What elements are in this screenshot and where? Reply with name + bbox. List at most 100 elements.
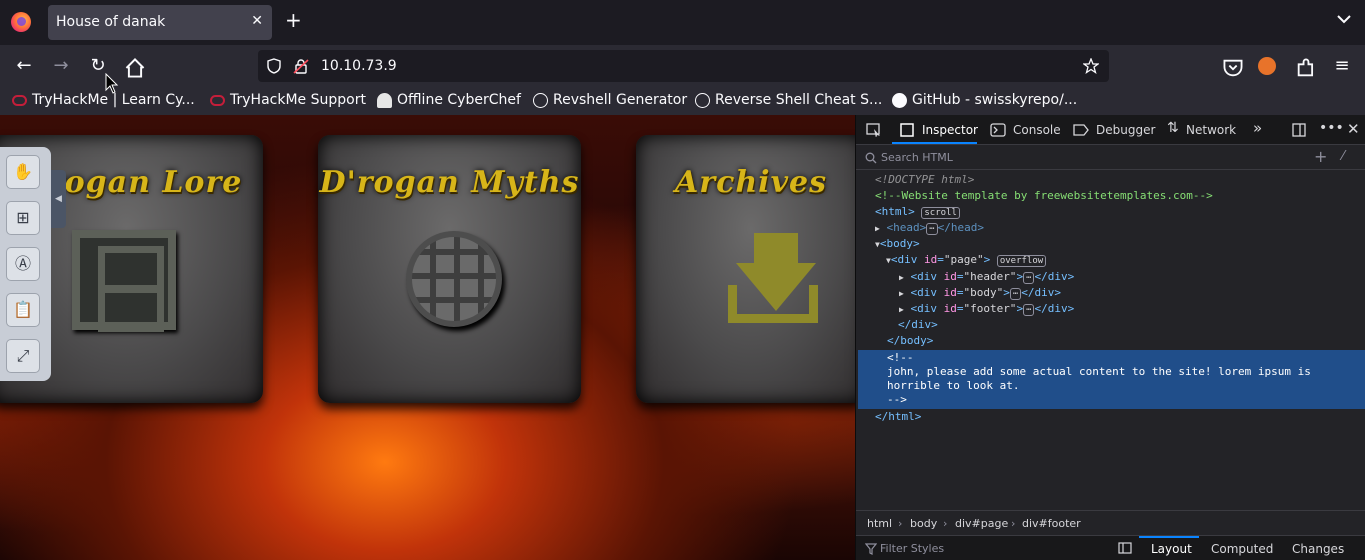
card-myths[interactable]: D'rogan Myths [318, 135, 581, 403]
scroll-badge[interactable]: scroll [921, 207, 960, 219]
search-html-input[interactable]: Search HTML [881, 151, 953, 164]
div-body-node[interactable]: ▶ <div id="body"> ⋯ </div> [899, 285, 1061, 301]
hand-grab-icon[interactable]: ✋ [6, 155, 40, 189]
body-node[interactable]: ▼<body> [875, 236, 920, 252]
breadcrumb: html › body › div#page › div#footer [856, 510, 1365, 534]
inspector-icon [900, 123, 914, 137]
div-footer-node[interactable]: ▶ <div id="footer"> ⋯ </div> [899, 301, 1074, 317]
bookmark-github-swisskyrepo[interactable]: GitHub - swisskyrepo/... [892, 92, 1077, 108]
browser-tab[interactable]: House of danak ✕ [48, 5, 272, 40]
tab-layout[interactable]: Layout [1151, 542, 1192, 556]
add-box-icon[interactable]: ⊞ [6, 201, 40, 235]
close-devtools-icon[interactable]: ✕ [1347, 120, 1360, 138]
network-icon: ⇅ [1167, 120, 1179, 136]
div-page-node[interactable]: ▼<div id="page"> overflow [886, 252, 1047, 268]
bookmark-reverse-shell-cheat-sheet[interactable]: Reverse Shell Cheat S... [695, 92, 882, 108]
forward-button[interactable]: → [50, 55, 72, 77]
url-bar[interactable]: 10.10.73.9 [258, 50, 1109, 82]
more-options-icon[interactable]: ••• [1319, 120, 1344, 136]
navigation-toolbar: ← → ↻ 10.10.73.9 ≡ [0, 45, 1365, 87]
floating-tool-panel: ✋ ⊞ Ⓐ 📋 ⤢ [0, 147, 51, 381]
filter-icon [865, 543, 877, 555]
bookmark-tryhackme[interactable]: TryHackMe | Learn Cy... [12, 92, 195, 108]
div-header-node[interactable]: ▶ <div id="header"> ⋯ </div> [899, 269, 1074, 285]
extensions-puzzle-icon[interactable] [1295, 57, 1317, 79]
cloud-icon [12, 94, 27, 106]
tab-console[interactable]: Console [1013, 123, 1061, 137]
chef-hat-icon [377, 92, 392, 108]
pocket-icon[interactable] [1222, 57, 1244, 79]
bookmark-cyberchef[interactable]: Offline CyberChef [377, 92, 521, 108]
breadcrumb-separator: › [943, 517, 948, 530]
tab-computed[interactable]: Computed [1211, 542, 1273, 556]
active-tab-indicator [1139, 536, 1199, 538]
bookmark-star-icon[interactable] [1083, 58, 1099, 74]
add-node-icon[interactable]: + [1314, 147, 1327, 166]
comment-node[interactable]: <!--Website template by freewebsitetempl… [875, 188, 1213, 204]
html-close-tag: </html> [875, 410, 922, 423]
tab-inspector[interactable]: Inspector [922, 123, 978, 137]
page-viewport: D'rogan Lore D'rogan Myths Archives [0, 115, 855, 560]
element-picker-icon[interactable] [866, 123, 882, 137]
html-search-bar: Search HTML + ⁄ [856, 146, 1365, 170]
devtools-panel: Inspector Console Debugger ⇅ Network » •… [855, 115, 1365, 560]
panel-collapse-handle[interactable]: ◀ [51, 170, 66, 228]
insecure-lock-icon[interactable] [293, 58, 309, 74]
overflow-badge[interactable]: overflow [996, 255, 1047, 267]
active-tab-indicator [892, 142, 977, 144]
card-title: D'rogan Myths [319, 165, 580, 200]
film-reel-icon [72, 230, 176, 332]
new-tab-button[interactable]: + [285, 10, 302, 30]
breadcrumb-html[interactable]: html [867, 517, 892, 530]
bookmark-revshell-generator[interactable]: Revshell Generator [533, 92, 687, 108]
close-tab-icon[interactable]: ✕ [251, 13, 263, 29]
download-icon [754, 233, 798, 263]
breadcrumb-div-footer[interactable]: div#footer [1022, 517, 1081, 530]
cloud-icon [210, 94, 225, 106]
tab-strip: House of danak ✕ + [0, 0, 1365, 45]
head-node[interactable]: ▶ <head> ⋯ </head> [875, 220, 984, 236]
body-close-tag: </body> [887, 334, 934, 347]
bookmarks-toolbar: TryHackMe | Learn Cy... TryHackMe Suppor… [0, 87, 1365, 115]
tab-list-chevron-icon[interactable] [1337, 14, 1351, 24]
menu-hamburger-icon[interactable]: ≡ [1331, 55, 1353, 77]
mouse-cursor-icon [105, 73, 119, 94]
div-close-tag: </div> [898, 318, 938, 331]
console-icon [990, 123, 1006, 137]
debugger-icon [1073, 124, 1089, 136]
toggle-pane-icon[interactable] [1118, 542, 1132, 554]
home-icon[interactable] [124, 57, 146, 79]
dock-side-icon[interactable] [1292, 123, 1306, 137]
eyedropper-icon[interactable]: ⁄ [1342, 149, 1344, 164]
more-tabs-chevron-icon[interactable]: » [1253, 119, 1262, 137]
tab-title: House of danak [56, 14, 166, 30]
comment-close[interactable]: --> [887, 392, 907, 408]
filter-styles-input[interactable]: Filter Styles [880, 542, 944, 555]
tab-network[interactable]: Network [1186, 123, 1236, 137]
url-text[interactable]: 10.10.73.9 [321, 58, 397, 74]
breadcrumb-div-page[interactable]: div#page [955, 517, 1008, 530]
globe-icon [695, 92, 710, 108]
tab-changes[interactable]: Changes [1292, 542, 1344, 556]
devtools-tabbar: Inspector Console Debugger ⇅ Network » •… [856, 115, 1365, 145]
card-title: Archives [675, 165, 827, 200]
breadcrumb-separator: › [1011, 517, 1016, 530]
firefox-logo-icon [11, 12, 31, 32]
shield-icon[interactable] [266, 58, 282, 74]
globe-icon [406, 231, 502, 327]
doctype-node[interactable]: <!DOCTYPE html> [875, 172, 974, 188]
download-tray-icon [728, 285, 818, 323]
text-a-icon[interactable]: Ⓐ [6, 247, 40, 281]
extension-fox-icon[interactable] [1258, 57, 1276, 75]
bookmark-tryhackme-support[interactable]: TryHackMe Support [210, 92, 366, 108]
tab-debugger[interactable]: Debugger [1096, 123, 1155, 137]
breadcrumb-body[interactable]: body [910, 517, 937, 530]
rules-toolbar: Filter Styles Layout Computed Changes [856, 535, 1365, 560]
globe-icon [533, 92, 548, 108]
clipboard-icon[interactable]: 📋 [6, 293, 40, 327]
search-icon [865, 152, 877, 164]
back-button[interactable]: ← [13, 55, 35, 77]
card-archives[interactable]: Archives [636, 135, 855, 403]
html-node[interactable]: <html> scroll [875, 204, 960, 220]
resize-expand-icon[interactable]: ⤢ [6, 339, 40, 373]
